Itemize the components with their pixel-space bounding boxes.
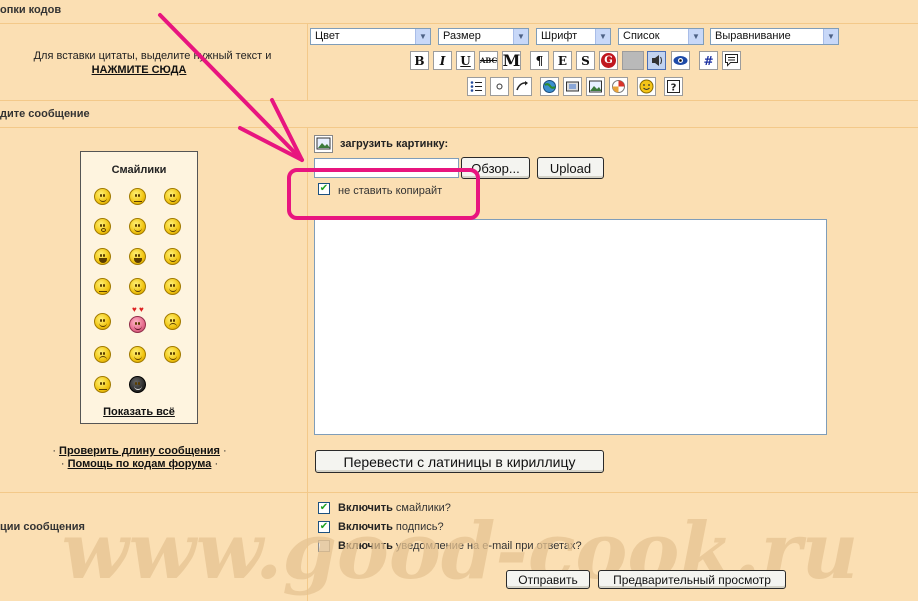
- highlight-box: [287, 168, 480, 220]
- arrow-annotation-icon: [158, 13, 304, 162]
- annotation-overlay: [158, 13, 480, 220]
